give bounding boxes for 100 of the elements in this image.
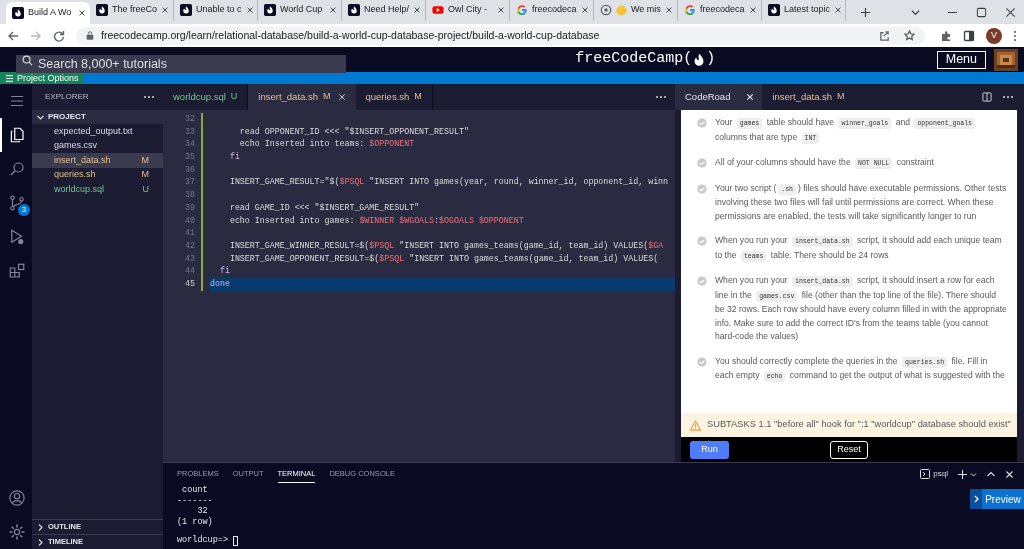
ring-icon [600, 4, 612, 16]
browser-tab[interactable]: freecodeca [510, 0, 594, 21]
line-number: 42 [184, 239, 195, 252]
close-icon[interactable] [749, 6, 757, 14]
split-editor-icon[interactable] [982, 92, 992, 102]
more-icon[interactable] [143, 95, 155, 99]
menu-button[interactable]: Menu [936, 50, 986, 69]
line-number: 40 [184, 214, 195, 227]
close-icon[interactable] [1005, 7, 1016, 18]
play-icon[interactable] [8, 228, 26, 246]
file-item[interactable]: worldcup.sql U [32, 182, 163, 197]
close-icon[interactable] [78, 9, 86, 17]
file-item[interactable]: queries.sh M [32, 167, 163, 182]
code-line: read GAME_ID <<< "$INSERT_GAME_RESULT" [228, 201, 420, 214]
g-logo-icon [684, 4, 696, 16]
browser-tab[interactable]: Need Help/ [342, 0, 426, 21]
run-button[interactable]: Run [690, 440, 729, 459]
line-number: 38 [184, 189, 195, 202]
git-status: M [141, 153, 149, 167]
chevron-down-icon[interactable] [910, 7, 921, 18]
back-icon[interactable] [7, 29, 19, 42]
terminal-name[interactable]: psql [933, 468, 948, 480]
file-item[interactable]: games.csv [32, 138, 163, 153]
file-item[interactable]: insert_data.sh M [32, 153, 163, 168]
settings-icon[interactable] [8, 523, 26, 541]
sidebar-icon[interactable] [963, 29, 975, 42]
line-number: 37 [184, 176, 195, 189]
line-number: 39 [184, 201, 195, 214]
browser-tab[interactable]: We mis [594, 0, 678, 21]
browser-tab[interactable]: Build A Wo [6, 2, 90, 24]
terminal-icon [920, 469, 931, 479]
search-icon[interactable] [8, 160, 26, 178]
address-field[interactable]: freecodecamp.org/learn/relational-database/build-a-world-cup-database-project/build-a-world-cup-database [76, 26, 925, 45]
close-icon[interactable] [413, 6, 422, 14]
new-tab-icon[interactable] [860, 7, 871, 18]
more-icon[interactable] [1013, 29, 1017, 42]
code-line: INSERT_GAME_WINNER_RESULT=$($PSQL "INSERT INTO games_teams(game_id, team_id) VALUES($GA [228, 239, 664, 252]
close-icon[interactable] [161, 6, 170, 14]
code-line: fi [218, 265, 230, 278]
fire-logo-icon [768, 4, 780, 16]
browser-tab[interactable]: freecodeca [678, 0, 762, 21]
warning-text: SUBTASKS 1.1 "before all" hook for ":1 "worldcup" database should exist" [707, 418, 1011, 432]
files-icon[interactable] [8, 126, 26, 144]
editor-tab[interactable]: CodeRoad [675, 84, 763, 110]
editor-tab[interactable]: queries.sh M [355, 84, 433, 110]
code-line: echo Inserted into games: $WINNER $WGOALS:$OGOALS $OPPONENT [228, 214, 524, 227]
browser-tab[interactable]: Latest topic [762, 0, 846, 21]
maximize-icon[interactable] [976, 7, 987, 18]
git-status: U [142, 182, 149, 196]
fire-logo-icon [12, 7, 24, 19]
more-icon[interactable] [655, 95, 667, 99]
terminal-cursor [233, 535, 239, 546]
close-icon[interactable] [665, 6, 673, 14]
chevron-up-icon[interactable] [986, 469, 996, 479]
g-logo-icon [516, 4, 528, 16]
line-number: 41 [184, 227, 195, 240]
line-number: 34 [184, 138, 195, 151]
git-status: M [141, 168, 149, 181]
browser-tab[interactable]: The freeCo [90, 0, 174, 21]
code-line: echo Inserted into teams: $OPPONENT [238, 138, 415, 151]
close-icon[interactable] [581, 6, 589, 14]
close-icon[interactable] [834, 6, 843, 14]
branch-icon[interactable] [8, 194, 26, 212]
check-icon [697, 276, 707, 286]
browser-tab[interactable]: Owl City - [426, 0, 510, 21]
close-icon[interactable] [329, 6, 337, 14]
editor-tab[interactable]: insert_data.sh M [248, 84, 356, 110]
terminal-prompt: worldcup=> [177, 535, 229, 546]
terminal-output: (1 row) [177, 516, 213, 527]
line-number: 44 [184, 265, 195, 278]
line-number: 45 [184, 277, 195, 290]
browser-tab[interactable]: World Cup [258, 0, 342, 21]
fire-logo-icon [348, 4, 360, 16]
warning-icon [690, 419, 701, 431]
file-item[interactable]: expected_output.txt [32, 124, 163, 139]
check-icon [697, 118, 707, 128]
add-icon[interactable] [957, 468, 968, 480]
close-icon[interactable] [245, 6, 254, 14]
profile-button[interactable]: V [986, 27, 1002, 44]
close-icon[interactable] [497, 6, 505, 14]
site-logo[interactable]: freeCodeCamp( ) [575, 48, 716, 71]
section-header[interactable]: PROJECT [32, 110, 163, 124]
star-icon[interactable] [904, 30, 915, 41]
editor-tab[interactable]: insert_data.sh M [762, 84, 855, 110]
code-line: read OPPONENT_ID <<< "$INSERT_OPPONENT_RESULT" [238, 125, 469, 138]
check-icon [697, 236, 707, 246]
reload-icon[interactable] [53, 29, 65, 42]
code-line: done [210, 277, 230, 290]
chevron-down-icon[interactable] [970, 470, 977, 478]
account-icon[interactable] [8, 489, 26, 507]
browser-tab[interactable]: Unable to c [174, 0, 258, 21]
more-icon[interactable] [1002, 95, 1014, 99]
check-icon [697, 183, 707, 194]
share-icon[interactable] [879, 30, 890, 41]
reset-button[interactable]: Reset [830, 440, 868, 459]
code-line: INSERT_GAME_RESULT="$($PSQL "INSERT INTO games(year, round, winner_id, opponent_id, winn [228, 176, 669, 189]
blocks-icon[interactable] [8, 262, 26, 280]
line-number: 33 [184, 125, 195, 138]
puzzle-icon[interactable] [940, 29, 952, 42]
search-field[interactable]: Search 8,000+ tutorials [16, 54, 346, 73]
